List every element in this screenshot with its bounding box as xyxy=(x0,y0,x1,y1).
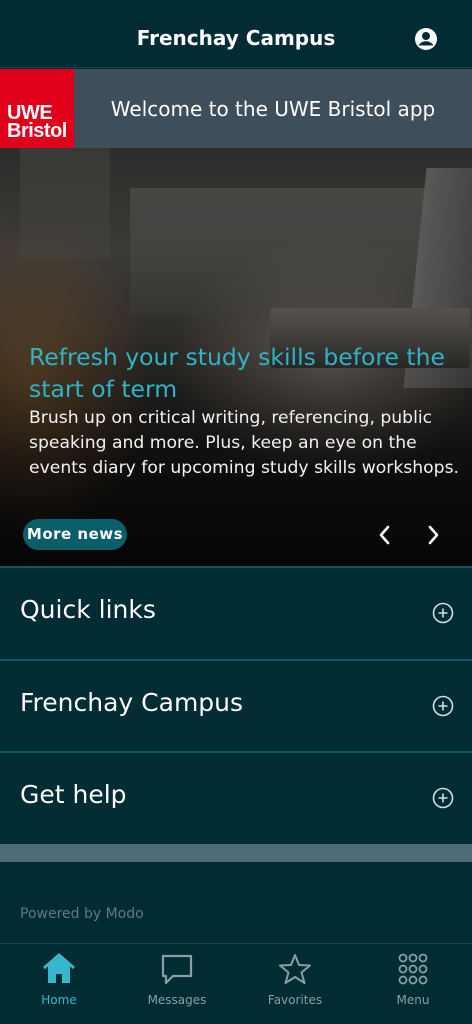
top-bar: Frenchay Campus xyxy=(0,0,472,68)
section-label: Frenchay Campus xyxy=(20,688,244,717)
section-divider xyxy=(0,844,472,862)
background-photo-window xyxy=(130,188,430,318)
tab-messages[interactable]: Messages xyxy=(118,944,236,1024)
background-photo-window xyxy=(20,148,110,258)
welcome-text: Welcome to the UWE Bristol app xyxy=(110,97,436,121)
account-circle-icon[interactable] xyxy=(414,27,438,51)
tab-label: Menu xyxy=(396,993,430,1007)
star-icon xyxy=(279,954,311,984)
chevron-right-icon[interactable] xyxy=(423,524,443,546)
news-carousel[interactable]: Refresh your study skills before the sta… xyxy=(0,148,472,566)
tab-label: Messages xyxy=(147,993,207,1007)
expand-plus-icon[interactable] xyxy=(432,695,454,717)
page-title: Frenchay Campus xyxy=(136,26,336,50)
powered-by-text: Powered by Modo xyxy=(20,906,144,922)
section-frenchay-campus[interactable]: Frenchay Campus xyxy=(0,659,472,749)
uwe-bristol-logo: UWE Bristol xyxy=(0,69,74,148)
tab-favorites[interactable]: Favorites xyxy=(236,944,354,1024)
expand-plus-icon[interactable] xyxy=(432,787,454,809)
messages-icon xyxy=(161,954,193,985)
expand-plus-icon[interactable] xyxy=(432,602,454,624)
section-label: Get help xyxy=(20,780,127,809)
welcome-banner: UWE Bristol Welcome to the UWE Bristol a… xyxy=(0,69,472,148)
home-icon xyxy=(43,953,75,983)
section-label: Quick links xyxy=(20,595,156,624)
news-body: Brush up on critical writing, referencin… xyxy=(29,408,460,478)
section-get-help[interactable]: Get help xyxy=(0,751,472,844)
tab-home[interactable]: Home xyxy=(0,944,118,1024)
tab-label: Favorites xyxy=(267,993,323,1007)
section-quick-links[interactable]: Quick links xyxy=(0,566,472,656)
tab-menu[interactable]: Menu xyxy=(354,944,472,1024)
bottom-tab-bar: Home Messages Favorites Menu xyxy=(0,943,472,1024)
chevron-left-icon[interactable] xyxy=(375,524,395,546)
grid-menu-icon xyxy=(398,953,428,985)
more-news-button[interactable]: More news xyxy=(23,519,127,550)
tab-label: Home xyxy=(41,993,77,1007)
news-headline[interactable]: Refresh your study skills before the sta… xyxy=(29,341,449,405)
